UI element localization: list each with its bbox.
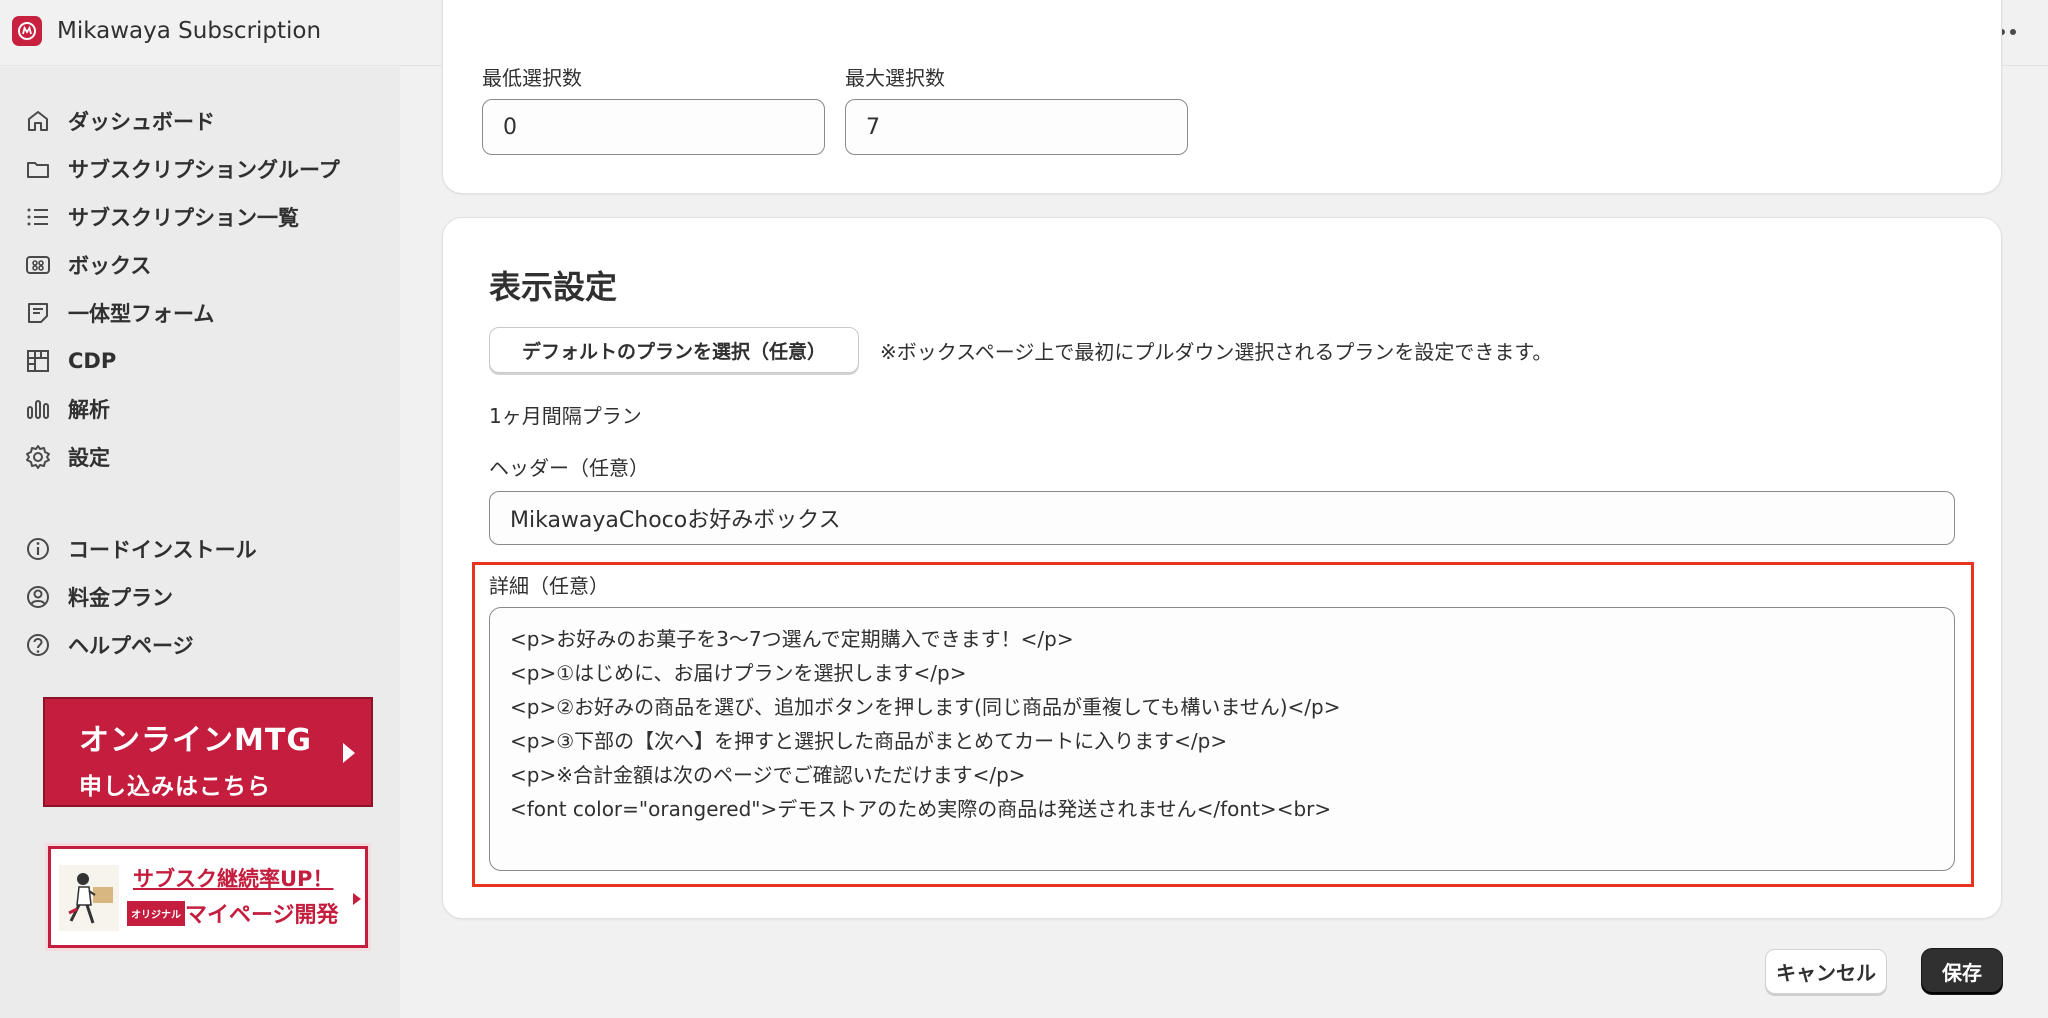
user-circle-icon — [27, 586, 49, 608]
grid-icon — [27, 350, 49, 372]
box-icon — [26, 256, 50, 274]
header-input[interactable]: MikawayaChocoお好みボックス — [489, 491, 1955, 545]
app-logo-icon — [12, 16, 42, 46]
banner-mtg-subtitle: 申し込みはこちら — [79, 774, 271, 800]
cancel-button[interactable]: キャンセル — [1765, 949, 1887, 994]
sidebar-item-label: ダッシュボード — [68, 110, 215, 134]
form-icon — [28, 303, 48, 323]
max-selection-label: 最大選択数 — [845, 66, 945, 90]
sidebar-item-help[interactable]: ヘルプページ — [24, 625, 384, 665]
detail-textarea[interactable]: <p>お好みのお菓子を3〜7つ選んで定期購入できます！</p> <p>①はじめに… — [489, 607, 1955, 871]
sidebar-item-label: ヘルプページ — [68, 634, 194, 658]
list-icon — [27, 208, 48, 226]
sidebar-item-box[interactable]: ボックス — [24, 245, 384, 285]
selected-plan-text: 1ヶ月間隔プラン — [489, 404, 642, 428]
select-default-plan-button[interactable]: デフォルトのプランを選択（任意） — [489, 327, 859, 373]
sidebar-item-label: サブスクリプション一覧 — [68, 206, 299, 230]
app-title: Mikawaya Subscription — [57, 18, 322, 44]
min-selection-input[interactable]: 0 — [482, 99, 825, 155]
detail-line: <p>①はじめに、お届けプランを選択します</p> — [510, 661, 967, 685]
sidebar-item-pricing[interactable]: 料金プラン — [24, 577, 384, 617]
sidebar-item-label: 解析 — [68, 398, 110, 422]
sidebar-item-label: 料金プラン — [68, 586, 173, 610]
default-plan-note: ※ボックスページ上で最初にプルダウン選択されるプランを設定できます。 — [880, 340, 1553, 364]
sidebar-item-cdp[interactable]: CDP — [24, 341, 384, 381]
detail-line: <p>※合計金額は次のページでご確認いただけます</p> — [510, 763, 1026, 787]
save-button[interactable]: 保存 — [1922, 949, 2002, 994]
mypage-banner[interactable]: サブスク継続率UP！ オリジナル マイページ開発 — [48, 846, 368, 948]
sidebar-item-subscription-groups[interactable]: サブスクリプショングループ — [24, 149, 384, 189]
detail-line: <font color="orangered">デモストアのため実際の商品は発送… — [510, 797, 1332, 821]
courier-illustration-icon — [59, 865, 119, 931]
sidebar-item-code-install[interactable]: コードインストール — [24, 529, 384, 569]
chart-icon — [27, 400, 49, 419]
display-settings-title: 表示設定 — [489, 268, 618, 306]
banner-mypage-subtitle: マイページ開発 — [185, 903, 339, 928]
gear-icon — [26, 445, 50, 469]
info-icon — [27, 538, 49, 560]
sidebar-item-form[interactable]: 一体型フォーム — [24, 293, 384, 333]
detail-line: <p>お好みのお菓子を3〜7つ選んで定期購入できます！</p> — [510, 627, 1074, 651]
sidebar-item-settings[interactable]: 設定 — [24, 437, 384, 477]
original-tag: オリジナル — [127, 901, 185, 926]
sidebar-item-label: 設定 — [68, 446, 110, 470]
sidebar-item-label: コードインストール — [68, 538, 257, 562]
play-arrow-icon — [353, 893, 361, 905]
sidebar-item-analytics[interactable]: 解析 — [24, 389, 384, 429]
sidebar-item-label: 一体型フォーム — [68, 302, 215, 326]
header-label: ヘッダー（任意） — [489, 456, 649, 480]
sidebar-item-label: ボックス — [68, 254, 152, 278]
detail-line: <p>③下部の【次へ】を押すと選択した商品がまとめてカートに入ります</p> — [510, 729, 1228, 753]
max-selection-input[interactable]: 7 — [845, 99, 1188, 155]
min-selection-label: 最低選択数 — [482, 66, 582, 90]
detail-line: <p>②お好みの商品を選び、追加ボタンを押します(同じ商品が重複しても構いません… — [510, 695, 1341, 719]
selection-count-card — [442, 0, 2002, 194]
sidebar-item-subscription-list[interactable]: サブスクリプション一覧 — [24, 197, 384, 237]
sidebar-item-label: CDP — [68, 349, 117, 373]
play-arrow-icon — [343, 743, 355, 763]
online-mtg-banner[interactable]: オンラインMTG 申し込みはこちら — [43, 697, 373, 807]
home-icon — [28, 111, 48, 131]
banner-mypage-title: サブスク継続率UP！ — [133, 867, 334, 891]
sidebar-item-label: サブスクリプショングループ — [68, 158, 340, 182]
sidebar-item-dashboard[interactable]: ダッシュボード — [24, 101, 384, 141]
folder-icon — [27, 162, 49, 178]
help-icon — [27, 634, 49, 656]
banner-mtg-title: オンラインMTG — [79, 723, 312, 758]
detail-label: 詳細（任意） — [489, 574, 609, 598]
